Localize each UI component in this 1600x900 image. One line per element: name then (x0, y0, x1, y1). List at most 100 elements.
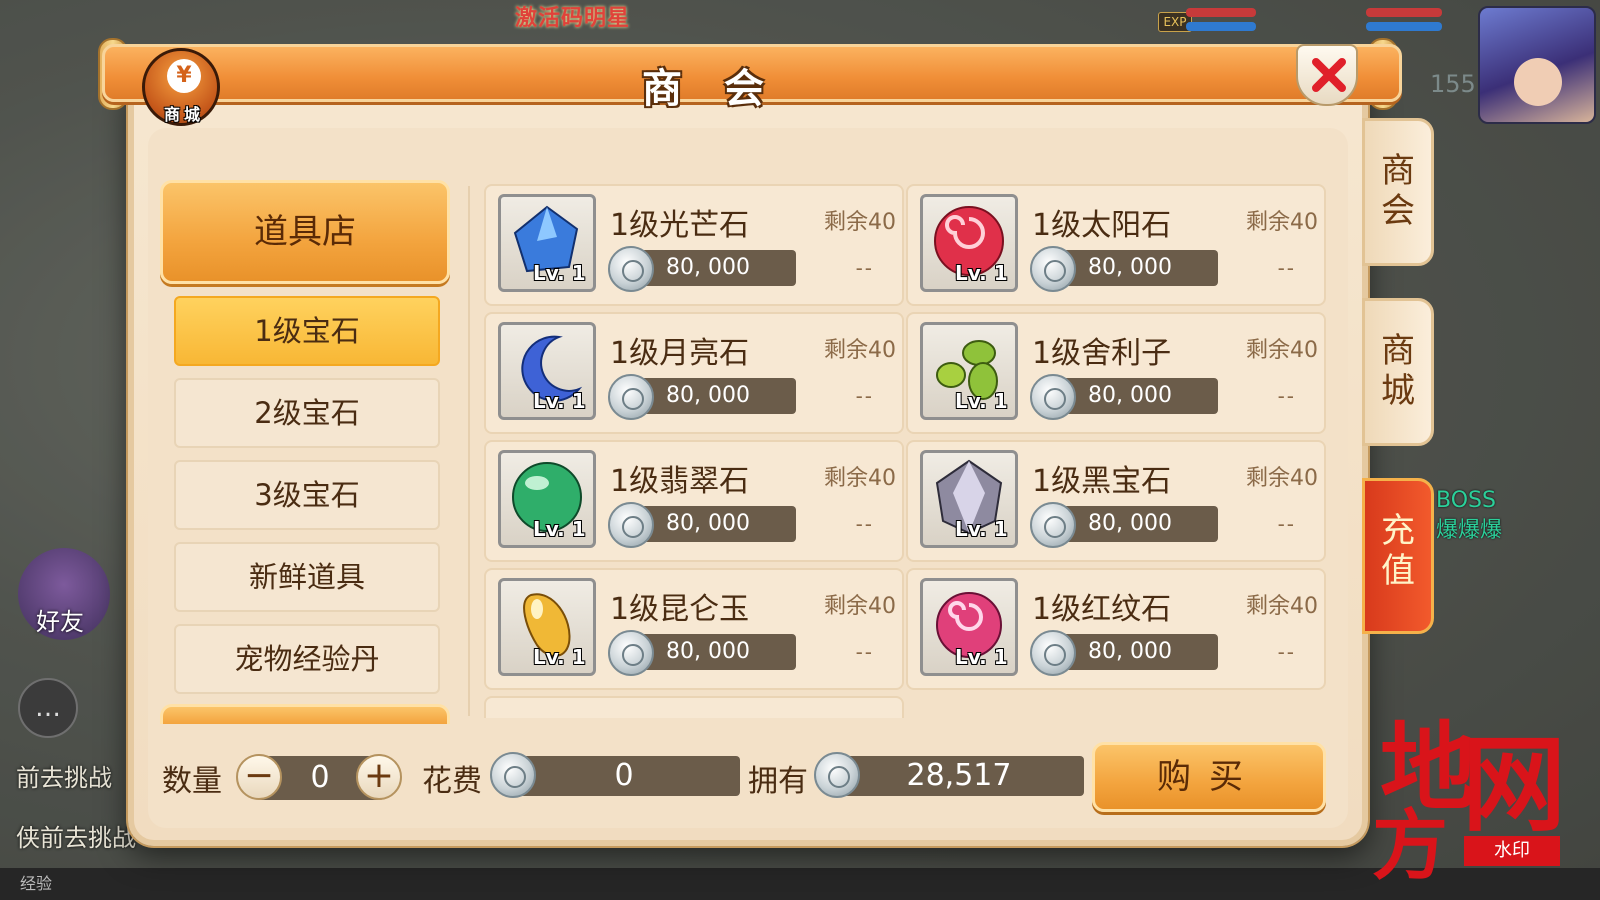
item-icon-frame: Lv. 1 (498, 578, 596, 676)
item-card[interactable]: Lv. 1 1级昆仑玉 剩余40 80, 000 -- (484, 568, 904, 690)
silver-coin-icon (608, 246, 654, 292)
item-stock: 剩余40 (824, 338, 896, 363)
tab-merchant-label: 商会 (1381, 151, 1415, 231)
owned-value: 28,517 (834, 756, 1084, 796)
category-pet-exp-pill[interactable]: 宠物经验丹 (174, 624, 440, 694)
mp-bar (1186, 22, 1256, 31)
item-icon-frame: Lv. 1 (498, 194, 596, 292)
silver-coin-icon (814, 752, 860, 798)
silver-coin-icon (608, 374, 654, 420)
cost-label: 花费 (422, 764, 482, 799)
watermark-char-3: 网 (1462, 723, 1567, 846)
buy-button[interactable]: 购买 (1092, 742, 1326, 812)
sidebar-divider (468, 186, 470, 716)
boss-notice: BOSS 爆爆爆 (1436, 486, 1502, 546)
item-card[interactable]: Lv. 1 1级太阳石 剩余40 80, 000 -- (906, 184, 1326, 306)
item-price: 80, 000 (630, 250, 796, 286)
hp-bar (1186, 8, 1256, 17)
dialog-title: 商 会 (642, 66, 778, 112)
item-icon-frame: Lv. 1 (920, 194, 1018, 292)
item-name: 1级舍利子 (1032, 336, 1172, 371)
item-icon-frame: Lv. 1 (920, 578, 1018, 676)
silver-coin-icon (1030, 374, 1076, 420)
category-lv3-gem[interactable]: 3级宝石 (174, 460, 440, 530)
item-icon-frame: Lv. 1 (920, 450, 1018, 548)
cost-value: 0 (508, 756, 740, 796)
item-level: Lv. 1 (533, 261, 586, 285)
item-card[interactable]: Lv. 1 1级翡翠石 剩余40 80, 000 -- (484, 440, 904, 562)
event-banner[interactable]: 激活码明星 (505, 0, 640, 31)
close-button[interactable] (1296, 44, 1358, 106)
category-fresh-items[interactable]: 新鲜道具 (174, 542, 440, 612)
item-name: 1级翡翠石 (610, 464, 750, 499)
tab-recharge-label: 充值 (1381, 511, 1415, 591)
watermark-seal: 水印 (1464, 836, 1560, 866)
item-price: 80, 000 (630, 378, 796, 414)
item-icon-frame: Lv. 1 (498, 322, 596, 420)
item-price: 80, 000 (1052, 378, 1218, 414)
item-level: Lv. 1 (533, 517, 586, 541)
tab-mall-label: 商城 (1381, 331, 1415, 411)
watermark-char-2: 方 (1372, 801, 1448, 890)
item-dash: -- (1277, 256, 1296, 280)
tab-recharge[interactable]: 充值 (1362, 478, 1434, 634)
item-stock: 剩余40 (1246, 594, 1318, 619)
item-level: Lv. 1 (955, 261, 1008, 285)
item-icon-frame: Lv. 1 (498, 450, 596, 548)
shop-badge-label: 商城 (163, 105, 204, 124)
chat-icon[interactable]: … (18, 678, 78, 738)
category-lv1-gem[interactable]: 1级宝石 (174, 296, 440, 366)
quest-text-2[interactable]: 侠前去挑战 (16, 818, 136, 853)
item-price: 80, 000 (1052, 634, 1218, 670)
item-dash: -- (1277, 640, 1296, 664)
item-name: 1级月亮石 (610, 336, 750, 371)
item-stock: 剩余40 (824, 594, 896, 619)
item-name: 1级黑宝石 (1032, 464, 1172, 499)
item-grid[interactable]: Lv. 1 1级光芒石 剩余40 80, 000 -- Lv. 1 1级太阳石 … (480, 180, 1330, 718)
category-header-next[interactable] (160, 704, 450, 724)
item-price: 80, 000 (1052, 250, 1218, 286)
item-icon-frame: Lv. 1 (920, 322, 1018, 420)
silver-coin-icon (608, 502, 654, 548)
boss-notice-line-2: 爆爆爆 (1436, 518, 1503, 543)
pet-mp-bar (1366, 22, 1442, 31)
item-card[interactable]: Lv. 1 1级舍利子 剩余40 80, 000 -- (906, 312, 1326, 434)
increase-quantity-button[interactable]: + (356, 754, 402, 800)
decrease-quantity-button[interactable]: − (236, 754, 282, 800)
tab-merchant[interactable]: 商会 (1362, 118, 1434, 266)
item-card[interactable]: Lv. 1 1级黑宝石 剩余40 80, 000 -- (906, 440, 1326, 562)
shop-badge-icon: ¥ 商城 (142, 48, 220, 126)
item-name: 1级光芒石 (610, 208, 750, 243)
silver-coin-icon (490, 752, 536, 798)
item-dash: -- (855, 256, 874, 280)
item-dash: -- (855, 384, 874, 408)
item-level: Lv. 1 (533, 389, 586, 413)
item-dash: -- (1277, 512, 1296, 536)
exp-strip-label: 经验 (20, 874, 53, 893)
item-level: Lv. 1 (533, 645, 586, 669)
item-price: 80, 000 (630, 634, 796, 670)
item-name: 1级红纹石 (1032, 592, 1172, 627)
avatar-face (1514, 58, 1562, 106)
boss-notice-line-1: BOSS (1436, 488, 1496, 513)
category-header-item-shop[interactable]: 道具店 (160, 180, 450, 284)
player-avatar[interactable] (1478, 6, 1596, 124)
silver-coin-icon (1030, 630, 1076, 676)
quantity-label: 数量 (162, 764, 222, 799)
item-price: 80, 000 (1052, 506, 1218, 542)
item-stock: 剩余40 (824, 210, 896, 235)
owned-label: 拥有 (748, 764, 808, 799)
close-x-icon (1312, 58, 1346, 92)
item-card[interactable]: Lv. 1 1级月亮石 剩余40 80, 000 -- (484, 312, 904, 434)
item-card-partial[interactable] (484, 696, 904, 718)
category-lv2-gem[interactable]: 2级宝石 (174, 378, 440, 448)
item-stock: 剩余40 (1246, 210, 1318, 235)
quest-text-1[interactable]: 前去挑战 (16, 758, 112, 793)
item-card[interactable]: Lv. 1 1级光芒石 剩余40 80, 000 -- (484, 184, 904, 306)
item-dash: -- (855, 512, 874, 536)
tab-mall[interactable]: 商城 (1362, 298, 1434, 446)
item-card[interactable]: Lv. 1 1级红纹石 剩余40 80, 000 -- (906, 568, 1326, 690)
item-dash: -- (1277, 384, 1296, 408)
pet-hp-bar (1366, 8, 1442, 17)
item-name: 1级昆仑玉 (610, 592, 750, 627)
